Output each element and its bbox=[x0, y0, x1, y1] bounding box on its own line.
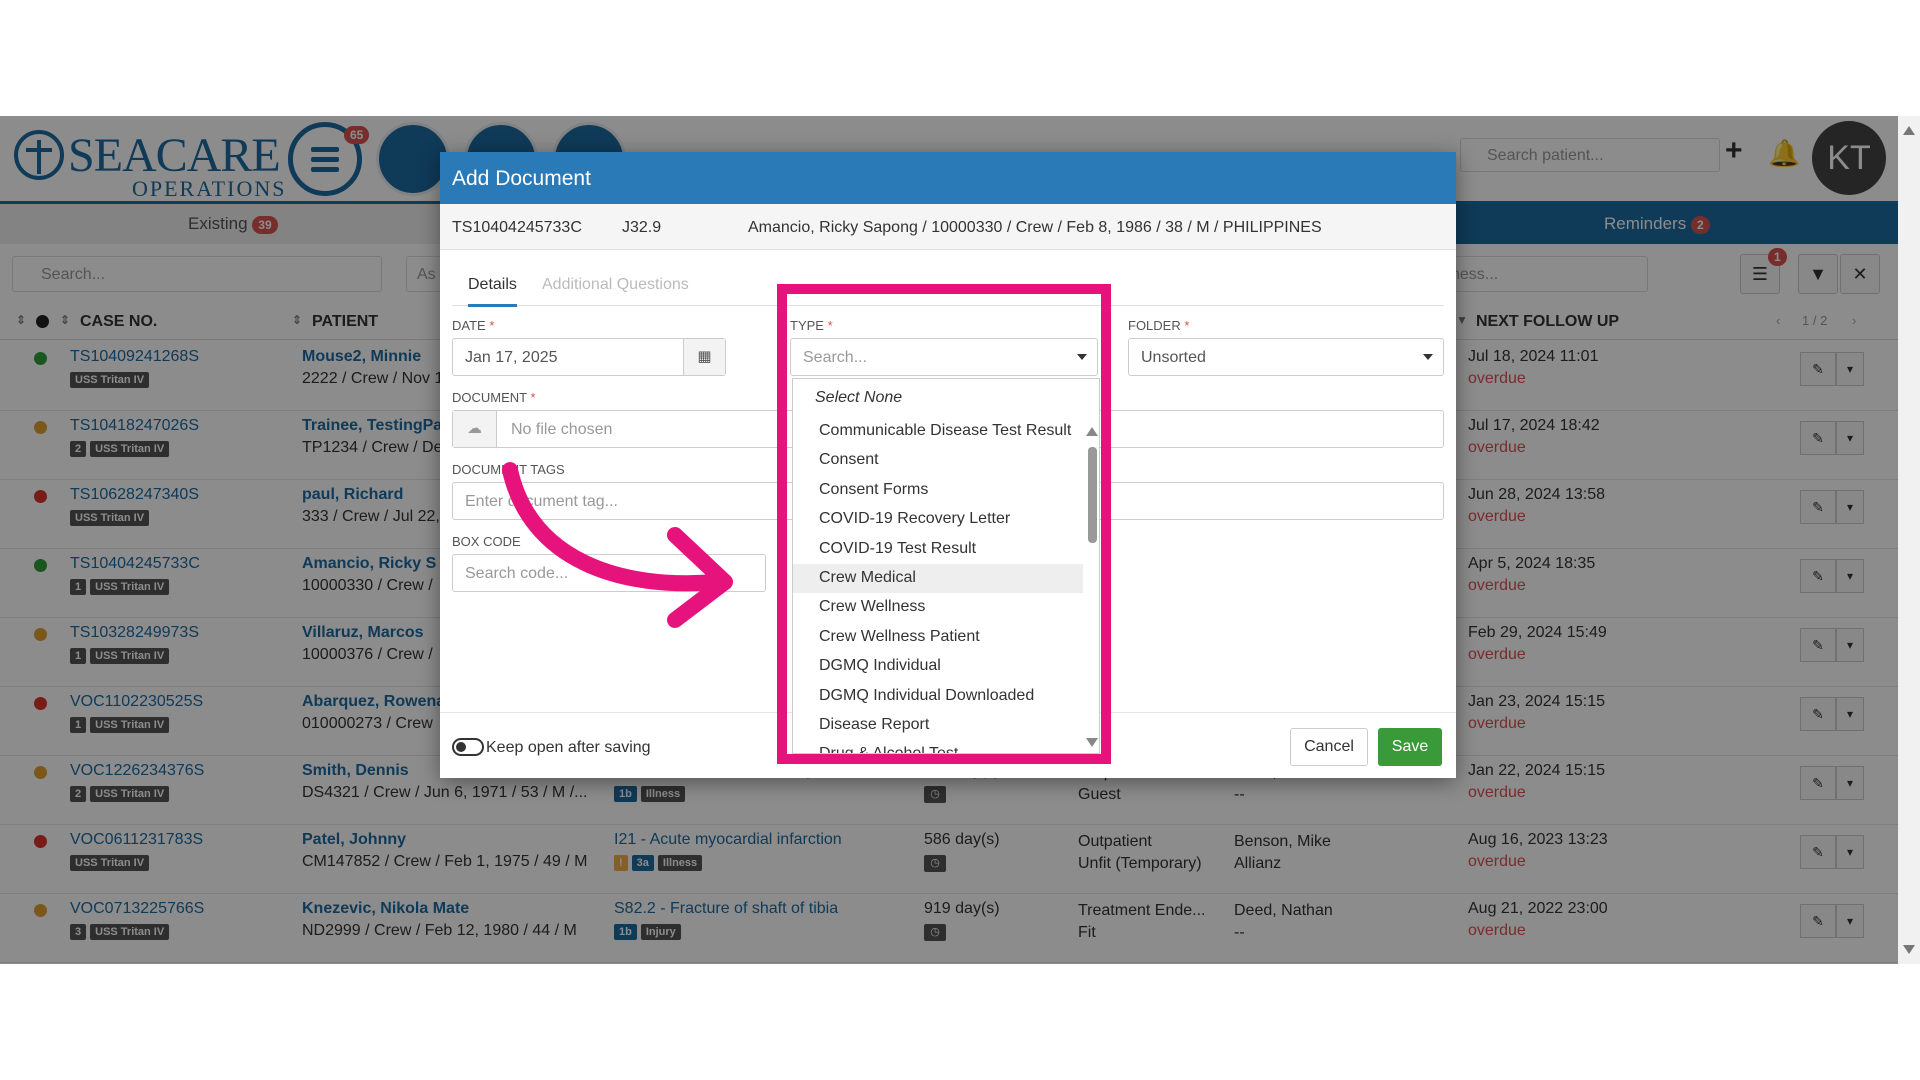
cloud-upload-icon[interactable]: ☁ bbox=[453, 411, 497, 447]
scroll-up-icon[interactable] bbox=[1903, 126, 1915, 135]
date-label-text: DATE bbox=[452, 318, 486, 333]
required-mark: * bbox=[1184, 318, 1190, 333]
highlight-frame bbox=[777, 284, 1111, 764]
arrow-shaft bbox=[502, 462, 723, 592]
tab-additional-questions[interactable]: Additional Questions bbox=[542, 276, 689, 294]
modal-case-info: TS10404245733C J32.9 Amancio, Ricky Sapo… bbox=[440, 204, 1456, 250]
folder-label-text: FOLDER bbox=[1128, 318, 1181, 333]
date-value: Jan 17, 2025 bbox=[465, 349, 558, 366]
info-case: TS10404245733C bbox=[452, 219, 582, 236]
folder-label: FOLDER * bbox=[1128, 318, 1189, 333]
cancel-button[interactable]: Cancel bbox=[1290, 728, 1368, 766]
required-mark: * bbox=[489, 318, 495, 333]
folder-select[interactable]: Unsorted bbox=[1128, 338, 1444, 376]
pointer-arrow-annotation bbox=[502, 462, 733, 628]
page-scrollbar[interactable] bbox=[1898, 116, 1920, 964]
info-code: J32.9 bbox=[622, 219, 662, 236]
info-patient: Amancio, Ricky Sapong / 10000330 / Crew … bbox=[748, 219, 1322, 236]
tab-details[interactable]: Details bbox=[468, 276, 517, 307]
keep-open-toggle[interactable] bbox=[452, 738, 484, 756]
required-mark: * bbox=[530, 390, 536, 405]
document-placeholder: No file chosen bbox=[511, 421, 613, 438]
scroll-down-icon[interactable] bbox=[1903, 945, 1915, 954]
calendar-icon[interactable]: ▦ bbox=[683, 339, 725, 375]
save-button[interactable]: Save bbox=[1378, 728, 1442, 766]
date-label: DATE * bbox=[452, 318, 494, 333]
keep-open-label: Keep open after saving bbox=[486, 739, 651, 756]
chevron-down-icon bbox=[1423, 354, 1433, 360]
modal-title: Add Document bbox=[440, 152, 1456, 204]
folder-value: Unsorted bbox=[1141, 349, 1206, 366]
document-label-text: DOCUMENT bbox=[452, 390, 527, 405]
date-field[interactable]: Jan 17, 2025 ▦ bbox=[452, 338, 726, 376]
document-label: DOCUMENT * bbox=[452, 390, 536, 405]
